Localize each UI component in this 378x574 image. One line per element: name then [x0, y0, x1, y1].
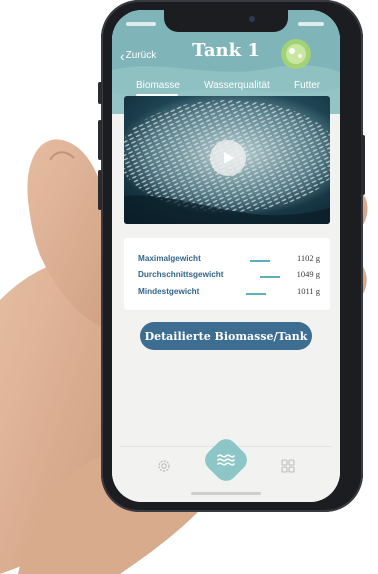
- front-camera: [249, 16, 255, 22]
- gear-icon[interactable]: [156, 458, 172, 474]
- stat-row-avg: Durchschnittsgewicht 1049 g: [124, 268, 330, 284]
- power-button: [361, 135, 365, 195]
- biomass-detail-button[interactable]: Detailierte Biomasse/Tank: [140, 322, 312, 350]
- stat-label: Maximalgewicht: [138, 254, 201, 263]
- stat-value: 1049 g: [296, 269, 320, 279]
- stat-label: Mindestgewicht: [138, 287, 200, 296]
- stat-row-max: Maximalgewicht 1102 g: [124, 252, 330, 268]
- play-icon: [224, 152, 234, 164]
- volume-down-button: [98, 170, 102, 210]
- photo-stage: ‹ Zurück Tank 1 Biomasse Wasserqualität …: [0, 0, 378, 574]
- volume-up-button: [98, 120, 102, 160]
- status-bar-right: [298, 22, 324, 26]
- waves-icon: [217, 454, 235, 466]
- grid-icon[interactable]: [280, 458, 296, 474]
- stat-value: 1011 g: [296, 286, 320, 296]
- mute-switch: [98, 82, 102, 104]
- legend-line: [260, 276, 280, 278]
- home-indicator: [191, 492, 261, 495]
- legend-line: [250, 260, 270, 262]
- stat-value: 1102 g: [296, 253, 320, 263]
- video-player[interactable]: [124, 96, 330, 224]
- fish-logo-icon: [281, 39, 311, 69]
- status-bar-left: [126, 22, 156, 26]
- tab-biomasse[interactable]: Biomasse: [136, 80, 180, 91]
- tab-wasserqualitaet[interactable]: Wasserqualität: [204, 80, 270, 91]
- stat-row-min: Mindestgewicht 1011 g: [124, 285, 330, 301]
- app-screen: ‹ Zurück Tank 1 Biomasse Wasserqualität …: [112, 10, 340, 502]
- biomass-stats-card: Maximalgewicht 1102 g Durchschnittsgewic…: [124, 238, 330, 310]
- phone-notch: [164, 10, 288, 32]
- legend-line: [246, 293, 266, 295]
- tab-futter[interactable]: Futter: [294, 80, 320, 91]
- play-button[interactable]: [210, 140, 246, 176]
- stat-label: Durchschnittsgewicht: [138, 270, 224, 279]
